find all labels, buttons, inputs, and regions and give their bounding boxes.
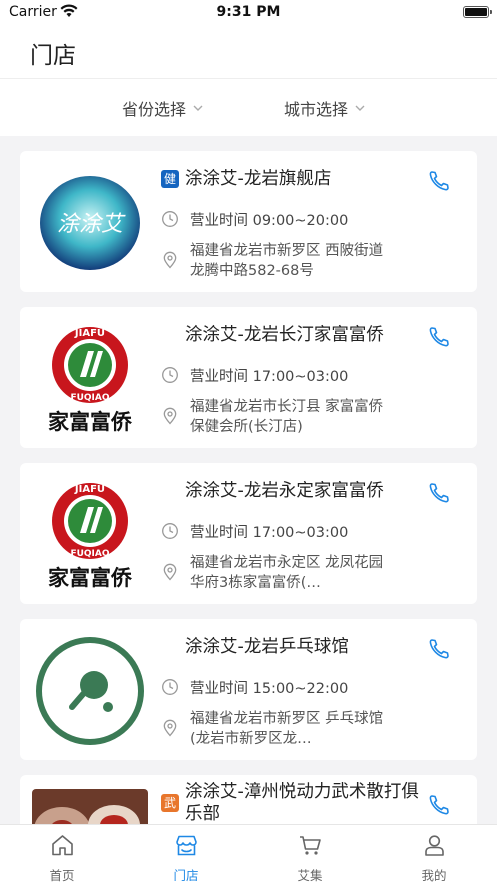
tab-profile[interactable]: 我的 — [372, 825, 496, 883]
logo-arc-top: JIAFU — [74, 484, 105, 495]
tab-home[interactable]: 首页 — [0, 825, 124, 883]
clock-time: 9:31 PM — [216, 4, 281, 20]
tab-bar: 首页 门店 艾集 我的 — [0, 824, 497, 883]
store-card[interactable]: 涂涂艾-龙岩乒乓球馆 营业时间 15:00~22:00 福建省龙岩市新罗区 乒乓… — [20, 619, 477, 760]
store-address: 福建省龙岩市新罗区 乒乓球馆(龙岩市新罗区龙… — [190, 711, 384, 747]
province-select-label: 省份选择 — [122, 100, 187, 119]
phone-icon[interactable] — [427, 637, 451, 661]
chevron-down-icon — [355, 105, 365, 111]
business-hours: 营业时间 17:00~03:00 — [190, 369, 349, 385]
location-pin-icon — [163, 719, 177, 737]
status-bar: Carrier 9:31 PM — [0, 0, 497, 26]
phone-icon[interactable] — [427, 169, 451, 193]
phone-icon[interactable] — [427, 793, 451, 817]
chevron-down-icon — [193, 105, 203, 111]
store-name: 涂涂艾-漳州悦动力武术散打俱乐部 — [185, 782, 419, 824]
category-tag: 健 — [161, 170, 179, 188]
filter-bar: 省份选择 城市选择 — [0, 78, 497, 136]
store-name: 涂涂艾-龙岩旗舰店 — [185, 169, 332, 189]
city-select[interactable]: 城市选择 — [284, 96, 366, 120]
user-icon — [425, 835, 444, 856]
tab-cart[interactable]: 艾集 — [248, 825, 372, 883]
phone-icon[interactable] — [427, 481, 451, 505]
store-name: 涂涂艾-龙岩永定家富富侨 — [185, 481, 384, 501]
home-icon — [52, 835, 73, 856]
logo-arc-top: JIAFU — [74, 328, 105, 339]
tutuai-logo: 涂涂艾 — [32, 165, 148, 281]
logo-text: 涂涂艾 — [57, 212, 126, 237]
logo-arc-bottom: FUQIAO — [70, 549, 109, 559]
clock-icon — [162, 367, 178, 383]
store-address: 福建省龙岩市长汀县 家富富侨保健会所(长汀店) — [190, 399, 384, 435]
logo-text: 家富富侨 — [48, 410, 133, 434]
location-pin-icon — [163, 563, 177, 581]
tab-store[interactable]: 门店 — [124, 825, 248, 883]
store-card[interactable]: JIAFU FUQIAO 家富富侨 涂涂艾-龙岩永定家富富侨 营业时间 17:0… — [20, 463, 477, 604]
store-address: 福建省龙岩市永定区 龙凤花园华府3栋家富富侨(… — [190, 555, 384, 591]
logo-arc-bottom: FUQIAO — [70, 393, 109, 403]
tab-label: 门店 — [173, 868, 199, 883]
tab-label: 艾集 — [297, 868, 323, 883]
tab-label: 我的 — [421, 868, 447, 883]
category-tag: 武 — [161, 794, 179, 812]
phone-icon[interactable] — [427, 325, 451, 349]
clock-icon — [162, 523, 178, 539]
store-name: 涂涂艾-龙岩长汀家富富侨 — [185, 325, 384, 345]
page-title: 门店 — [30, 43, 76, 69]
clock-icon — [162, 679, 178, 695]
store-icon — [176, 835, 197, 856]
clock-icon — [162, 211, 178, 227]
business-hours: 营业时间 15:00~22:00 — [190, 681, 349, 697]
store-card[interactable]: JIAFU FUQIAO 家富富侨 涂涂艾-龙岩长汀家富富侨 营业时间 17:0… — [20, 307, 477, 448]
nav-bar: 门店 — [0, 26, 497, 78]
store-card[interactable]: 涂涂艾 健 涂涂艾-龙岩旗舰店 营业时间 09:00~20:00 福建省龙岩市新… — [20, 151, 477, 292]
tab-label: 首页 — [49, 868, 75, 883]
store-name: 涂涂艾-龙岩乒乓球馆 — [185, 637, 349, 657]
location-pin-icon — [163, 407, 177, 425]
logo-text: 家富富侨 — [48, 566, 133, 590]
city-select-label: 城市选择 — [284, 100, 349, 119]
jiafu-fuqiao-logo: JIAFU FUQIAO 家富富侨 — [32, 321, 148, 437]
jiafu-fuqiao-logo: JIAFU FUQIAO 家富富侨 — [32, 477, 148, 593]
business-hours: 营业时间 09:00~20:00 — [190, 213, 349, 229]
ping-pong-logo — [32, 633, 148, 749]
business-hours: 营业时间 17:00~03:00 — [190, 525, 349, 541]
battery-icon — [463, 6, 492, 18]
store-address: 福建省龙岩市新罗区 西陂街道龙腾中路582-68号 — [190, 243, 384, 279]
province-select[interactable]: 省份选择 — [122, 96, 204, 120]
cart-icon — [300, 836, 321, 855]
location-pin-icon — [163, 251, 177, 269]
